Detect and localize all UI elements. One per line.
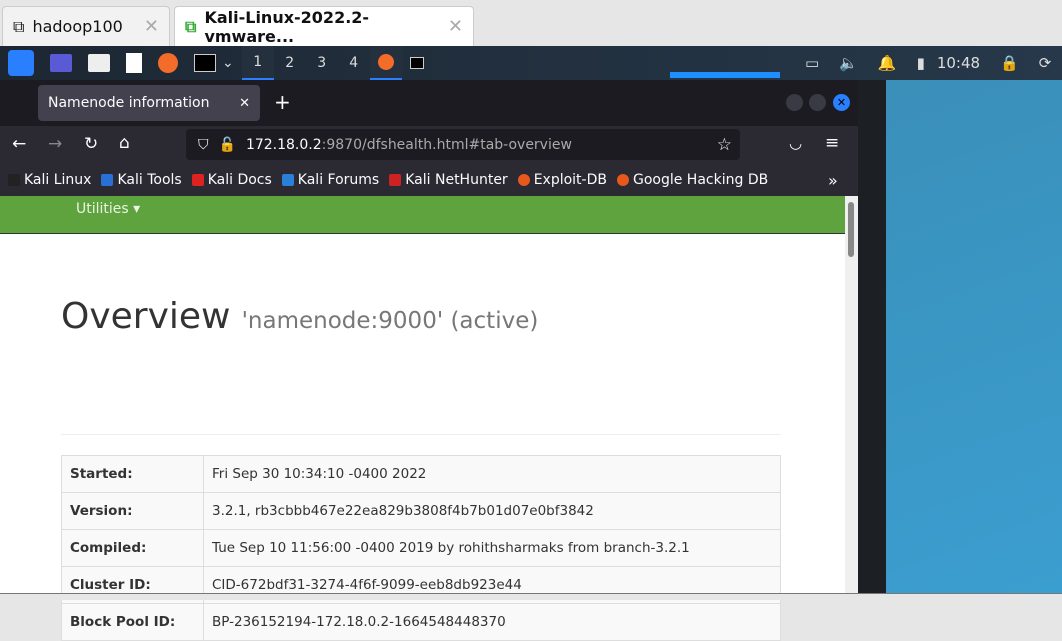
more-bookmarks-icon[interactable]: »	[828, 171, 838, 190]
table-row: Version: 3.2.1, rb3cbbb467e22ea829b3808f4…	[61, 492, 781, 530]
table-row: Block Pool ID: BP-236152194-172.18.0.2-16…	[61, 603, 781, 641]
battery-icon[interactable]: ▮	[917, 54, 925, 72]
lock-icon[interactable]: 🔒	[1000, 54, 1019, 72]
url-host: 172.18.0.2	[245, 136, 322, 153]
taskbar-firefox[interactable]	[369, 46, 402, 80]
label: Kali Forums	[297, 172, 380, 188]
cpu-graph	[670, 58, 780, 78]
page-title: Overview	[61, 296, 231, 337]
url-bar[interactable]: ⛉ 🔓 172.18.0.2:9870/dfshealth.html#tab-o…	[186, 129, 740, 160]
chevron-down-icon[interactable]: ⌄	[222, 55, 234, 71]
host-tab-label: Kali-Linux-2022.2-vmware...	[204, 7, 370, 46]
label: Google Hacking DB	[632, 172, 769, 188]
workspace-1[interactable]: 1	[241, 46, 274, 80]
reload-icon[interactable]: ↻	[84, 134, 98, 154]
terminal-icon[interactable]: ⌄	[186, 46, 242, 80]
firefox-window: Namenode information ✕ + ✕ ← → ↻ ⌂ ⛉ 🔓 1…	[0, 80, 858, 641]
close-window-button[interactable]: ✕	[833, 94, 850, 111]
label: Kali Docs	[207, 172, 272, 188]
taskbar-terminal[interactable]	[402, 46, 432, 80]
scrollbar[interactable]	[845, 196, 858, 593]
url-path: :9870/dfshealth.html#tab-overview	[321, 136, 572, 153]
menu-icon[interactable]: ≡	[825, 133, 839, 153]
tab-bar: Namenode information ✕ + ✕	[0, 80, 858, 126]
back-icon[interactable]: ←	[12, 134, 26, 154]
workspace-4[interactable]: 4	[338, 46, 370, 80]
close-icon[interactable]: ✕	[239, 96, 250, 111]
host-tab-hadoop100[interactable]: ⧉ hadoop100 ✕	[2, 6, 170, 46]
close-icon[interactable]: ✕	[448, 16, 463, 37]
vm-icon: ⧉	[13, 16, 25, 36]
minimize-button[interactable]	[786, 94, 803, 111]
tab-title: Namenode information	[48, 95, 210, 111]
bookmark-kali-forums[interactable]: Kali Forums	[281, 172, 380, 188]
host-status-strip	[0, 593, 1062, 600]
firefox-icon[interactable]	[150, 46, 186, 80]
scrollbar-thumb[interactable]	[848, 202, 854, 257]
files-icon[interactable]	[80, 46, 118, 80]
hadoop-navbar: Utilities ▾	[0, 196, 845, 234]
kali-panel: ⌄ 1 2 3 4 ▭ 🔈 🔔 ▮ 10:48 🔒 ⟳	[0, 46, 1062, 80]
shield-icon[interactable]: ⛉	[198, 137, 209, 153]
host-tab-kali[interactable]: ⧉ Kali-Linux-2022.2-vmware... ✕	[174, 6, 474, 46]
host-tab-label: hadoop100	[32, 17, 123, 36]
label: Kali Tools	[117, 172, 182, 188]
vm-running-icon: ⧉	[185, 16, 197, 36]
workspace-3[interactable]: 3	[306, 46, 338, 80]
bookmark-kali-nethunter[interactable]: Kali NetHunter	[389, 172, 508, 188]
logout-icon[interactable]: ⟳	[1039, 54, 1052, 72]
table-cell: Started:	[61, 455, 204, 493]
table-cell: Compiled:	[61, 529, 204, 567]
workspace-2[interactable]: 2	[274, 46, 306, 80]
new-tab-icon[interactable]: +	[274, 90, 291, 114]
bell-icon[interactable]: 🔔	[878, 54, 897, 72]
tab-namenode[interactable]: Namenode information ✕	[38, 85, 260, 121]
clock[interactable]: 10:48	[937, 54, 980, 72]
label: Utilities	[76, 201, 129, 217]
bookmarks-bar: Kali Linux Kali Tools Kali Docs Kali For…	[0, 164, 858, 196]
window-frame	[858, 80, 886, 593]
desktop-background	[858, 80, 1062, 593]
nav-toolbar: ← → ↻ ⌂ ⛉ 🔓 172.18.0.2:9870/dfshealth.ht…	[0, 126, 858, 164]
desktop-icon[interactable]	[42, 46, 80, 80]
page-subtitle: 'namenode:9000' (active)	[241, 308, 539, 334]
label: Exploit-DB	[533, 172, 607, 188]
table-cell: Tue Sep 10 11:56:00 -0400 2019 by rohith…	[203, 529, 781, 567]
label: Kali NetHunter	[405, 172, 508, 188]
label: Kali Linux	[24, 172, 92, 188]
star-icon[interactable]: ☆	[717, 135, 732, 155]
home-icon[interactable]: ⌂	[119, 133, 130, 153]
maximize-button[interactable]	[809, 94, 826, 111]
bookmark-exploit-db[interactable]: Exploit-DB	[517, 172, 607, 188]
table-cell: Fri Sep 30 10:34:10 -0400 2022	[203, 455, 781, 493]
network-icon[interactable]: ▭	[805, 54, 819, 72]
table-row: Compiled: Tue Sep 10 11:56:00 -0400 2019 …	[61, 529, 781, 567]
overview-table: Started: Fri Sep 30 10:34:10 -0400 2022 V…	[61, 455, 781, 641]
pocket-icon[interactable]: ◡	[789, 134, 802, 152]
kali-menu-icon[interactable]	[0, 46, 42, 80]
divider	[61, 434, 781, 435]
text-editor-icon[interactable]	[118, 46, 150, 80]
close-icon[interactable]: ✕	[144, 16, 159, 37]
bookmark-google-hacking-db[interactable]: Google Hacking DB	[616, 172, 769, 188]
table-cell: 3.2.1, rb3cbbb467e22ea829b3808f4b7b01d07…	[203, 492, 781, 530]
page-content: Overview 'namenode:9000' (active) Starte…	[0, 234, 845, 641]
volume-icon[interactable]: 🔈	[839, 54, 858, 72]
bookmark-kali-linux[interactable]: Kali Linux	[8, 172, 91, 188]
bookmark-kali-docs[interactable]: Kali Docs	[191, 172, 272, 188]
table-cell: BP-236152194-172.18.0.2-1664548448370	[203, 603, 781, 641]
table-row: Started: Fri Sep 30 10:34:10 -0400 2022	[61, 455, 781, 493]
lock-icon[interactable]: 🔓	[219, 137, 236, 153]
table-cell: Version:	[61, 492, 204, 530]
bookmark-kali-tools[interactable]: Kali Tools	[101, 172, 182, 188]
forward-icon[interactable]: →	[48, 134, 62, 154]
utilities-menu[interactable]: Utilities ▾	[76, 201, 140, 217]
table-cell: Block Pool ID:	[61, 603, 204, 641]
